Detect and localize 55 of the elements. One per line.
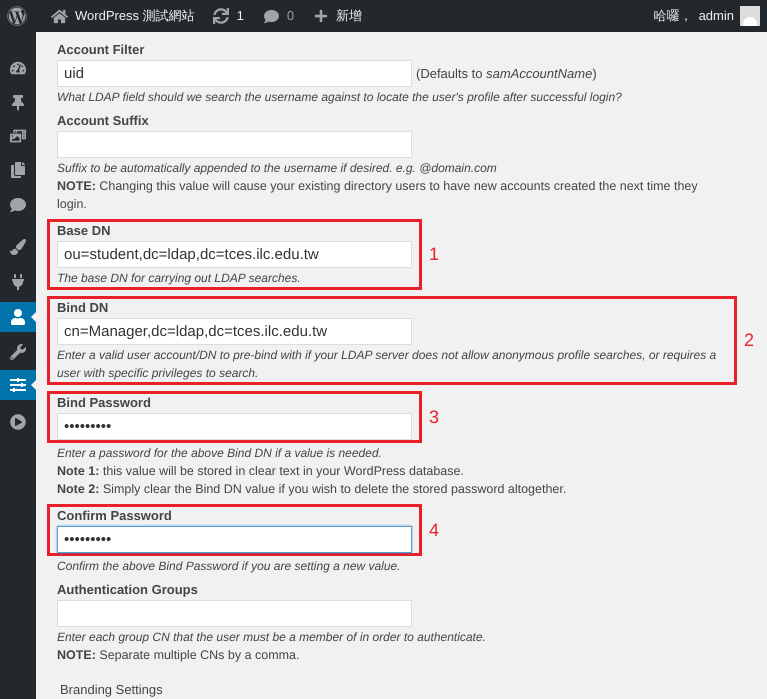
user-link[interactable]: admin — [698, 6, 734, 26]
text-field[interactable] — [57, 600, 412, 627]
plus-icon[interactable] — [314, 9, 328, 23]
field-description: Enter a valid user account/DN to pre-bind with if your LDAP server does not allow anonymous profile searches, or requires a user with specific privileges to search. — [57, 347, 718, 382]
refresh-icon[interactable] — [212, 8, 229, 24]
field-note: NOTE: Separate multiple CNs by a comma. — [57, 647, 300, 664]
sliders-icon — [10, 377, 26, 393]
field-label: Account Filter — [57, 41, 146, 58]
annotation-number: 4 — [429, 518, 440, 542]
field-label: Base DN — [57, 222, 112, 239]
annotation-number: 3 — [429, 406, 440, 428]
field-label: Confirm Password — [57, 507, 173, 524]
field-note: NOTE: Changing this value will cause your existing directory users to have new accounts created the next time they login. — [57, 178, 699, 213]
update-count[interactable]: 1 — [236, 6, 244, 26]
annotation-number: 2 — [744, 329, 754, 352]
text-field[interactable]: cn=Manager,dc=ldap,dc=tces.ilc.edu.tw — [57, 318, 412, 345]
field-note: Note 1: this value will be stored in clear text in your WordPress database. — [57, 463, 465, 480]
pages-icon — [10, 162, 26, 178]
annotation-number: 1 — [429, 243, 440, 266]
pin-icon — [10, 95, 26, 111]
plug-icon — [10, 274, 26, 290]
field-description: Confirm the above Bind Password if you are setting a new value. — [57, 558, 402, 575]
section-heading: Branding Settings — [60, 681, 164, 699]
text-field[interactable]: uid — [57, 60, 412, 87]
new-link[interactable]: 新增 — [336, 6, 362, 26]
field-label: Bind Password — [57, 394, 152, 411]
dashboard-icon — [10, 60, 26, 76]
wrench-icon — [10, 344, 26, 360]
text-field[interactable] — [57, 131, 412, 158]
text-field[interactable]: ou=student,dc=ldap,dc=tces.ilc.edu.tw — [57, 241, 412, 268]
sidebar-item[interactable] — [0, 302, 36, 332]
wordpress-logo-icon[interactable] — [7, 6, 27, 26]
field-label: Authentication Groups — [57, 581, 199, 598]
comment-icon[interactable] — [264, 8, 279, 24]
user-icon — [10, 309, 26, 325]
field-suffix: (Defaults to samAccountName) — [416, 64, 597, 83]
brush-icon — [10, 239, 26, 255]
media-icon — [10, 128, 26, 144]
field-description: Enter each group CN that the user must be a member of in order to authenticate. — [57, 629, 487, 646]
field-description: What LDAP field should we search the username against to locate the user's profile after successful login? — [57, 89, 623, 106]
site-name-link[interactable]: WordPress 測試網站 — [75, 6, 195, 26]
field-note: Note 2: Simply clear the Bind DN value if you wish to delete the stored password altogether. — [57, 481, 568, 498]
sidebar-item[interactable] — [0, 370, 36, 400]
comment-icon — [10, 197, 26, 213]
field-description: Suffix to be automatically appended to the username if desired. e.g. @domain.com — [57, 160, 498, 177]
greeting-text: 哈囉， — [654, 7, 693, 26]
text-field[interactable]: ••••••••• — [57, 526, 412, 553]
home-icon[interactable] — [51, 8, 68, 24]
field-label: Bind DN — [57, 299, 110, 316]
play-icon — [10, 414, 26, 430]
field-description: Enter a password for the above Bind DN if a value is needed. — [57, 445, 383, 462]
comment-count[interactable]: 0 — [286, 6, 294, 26]
text-field[interactable]: ••••••••• — [57, 413, 412, 440]
field-description: The base DN for carrying out LDAP searches. — [57, 270, 302, 287]
field-label: Account Suffix — [57, 112, 150, 129]
